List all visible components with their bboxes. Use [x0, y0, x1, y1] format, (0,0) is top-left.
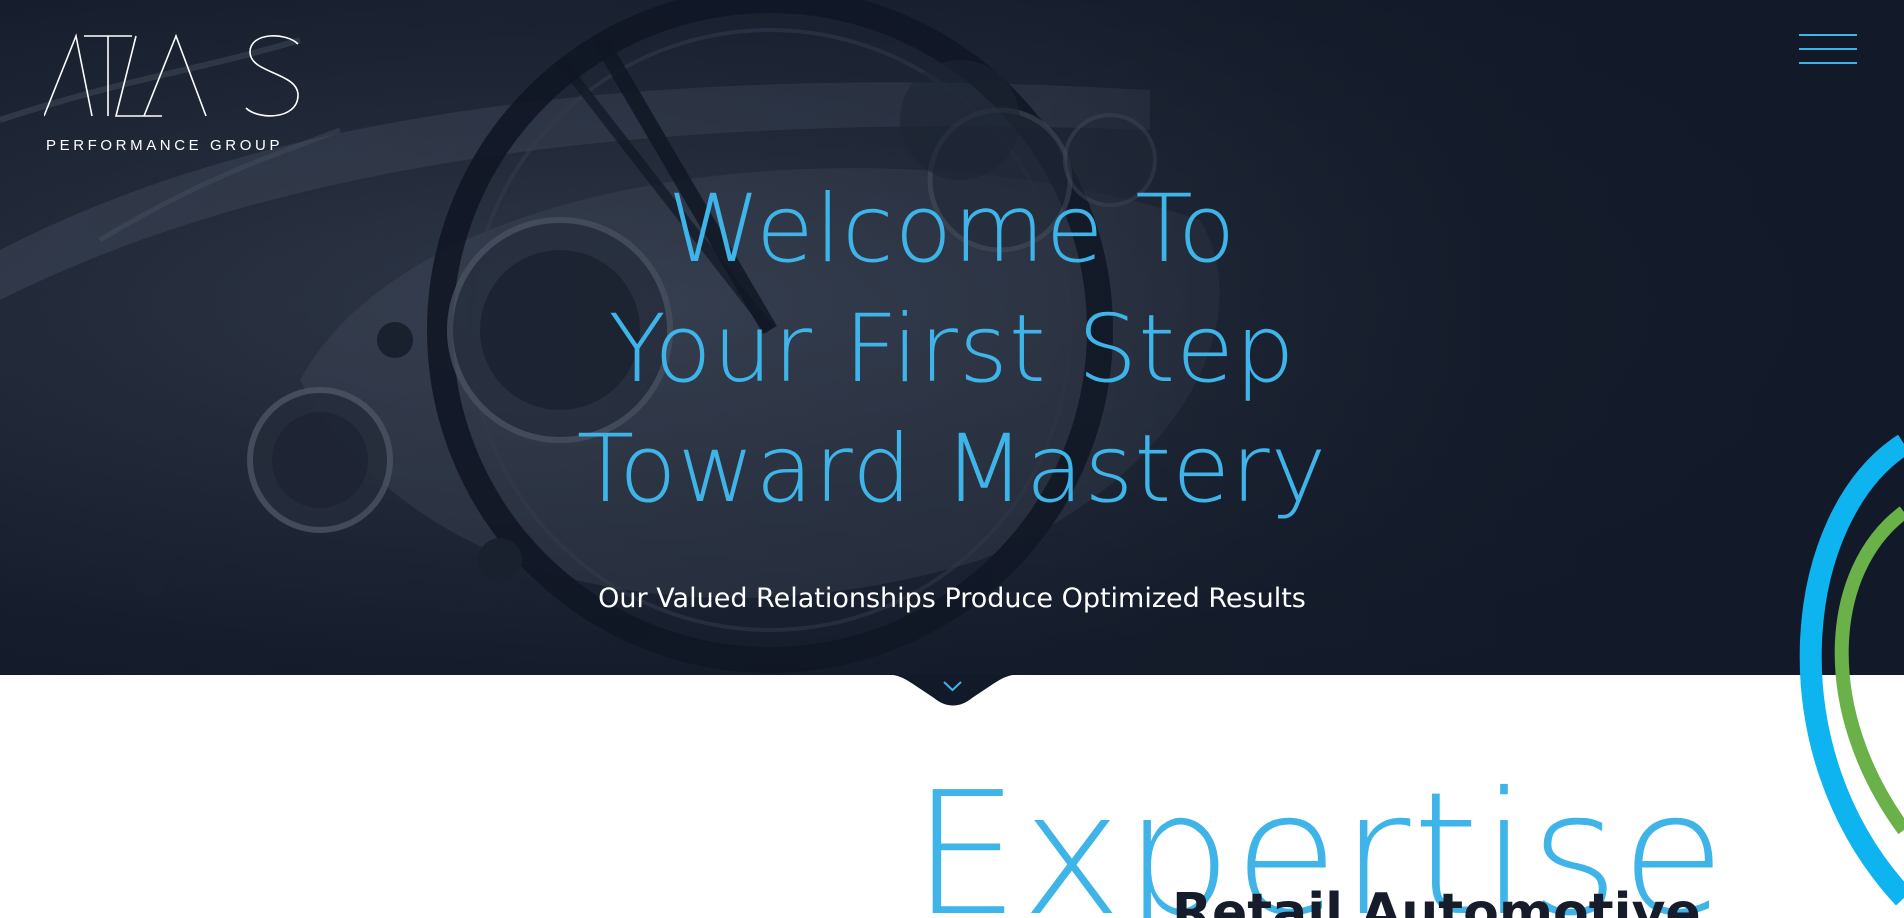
- logo-tagline: PERFORMANCE GROUP: [46, 137, 284, 154]
- hero-title: Welcome To Your First Step Toward Master…: [452, 170, 1452, 530]
- atlas-logo-mark: [44, 33, 299, 117]
- hamburger-menu-icon-line-bottom: [1799, 62, 1857, 64]
- hamburger-menu-icon-line-top: [1799, 34, 1857, 36]
- scroll-down-button[interactable]: [880, 674, 1025, 712]
- page: PERFORMANCE GROUP Welcome To Your First …: [0, 0, 1904, 918]
- atlas-logo[interactable]: PERFORMANCE GROUP: [44, 30, 304, 160]
- hero-subtitle: Our Valued Relationships Produce Optimiz…: [598, 583, 1306, 614]
- scroll-tab-shape: [880, 674, 1025, 706]
- retail-automotive-subheading: Retail Automotive: [1172, 883, 1701, 918]
- hero-title-line: Welcome To: [667, 175, 1237, 284]
- hamburger-menu-button[interactable]: [1797, 30, 1861, 68]
- hamburger-menu-icon-line-middle: [1799, 48, 1857, 50]
- brand-arc-decoration: [1799, 434, 1904, 906]
- hero-section: PERFORMANCE GROUP Welcome To Your First …: [0, 0, 1904, 675]
- hero-title-line: Toward Mastery: [576, 415, 1328, 524]
- hero-title-line: Your First Step: [608, 295, 1296, 404]
